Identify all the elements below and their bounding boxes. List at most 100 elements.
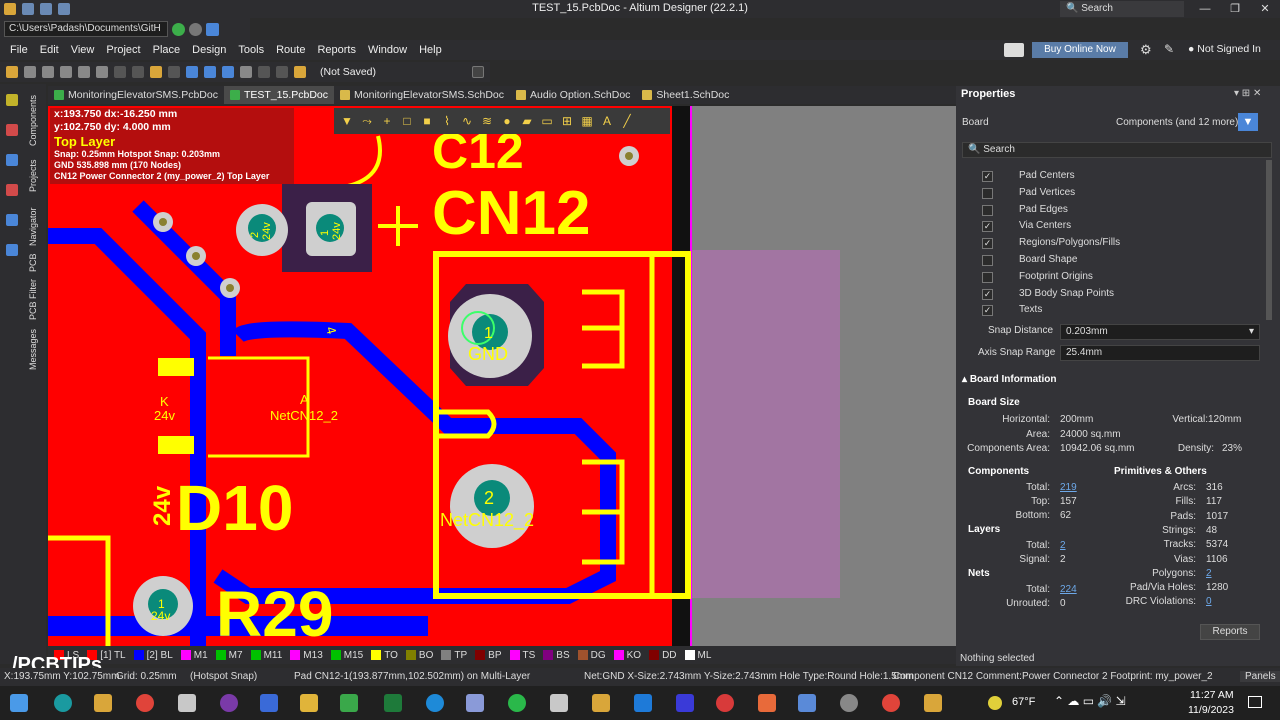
paste-icon[interactable] <box>150 66 162 78</box>
panel-tab-components[interactable]: Components <box>28 90 44 150</box>
panel-tab-pcb[interactable]: PCB <box>28 252 44 274</box>
layer-tab[interactable]: TS <box>509 650 535 661</box>
files-icon[interactable] <box>178 694 196 712</box>
cut-icon[interactable] <box>114 66 126 78</box>
layers-total-link[interactable]: 2 <box>1060 540 1066 551</box>
panels-button[interactable]: Panels <box>1240 671 1280 682</box>
polygon-icon[interactable]: ▰ <box>520 114 534 128</box>
select-area-icon[interactable] <box>186 66 198 78</box>
close-icon[interactable]: ✕ <box>1250 0 1280 18</box>
panel-tab-navigator[interactable]: Navigator <box>28 202 44 252</box>
place-icon[interactable]: + <box>380 114 394 128</box>
move-icon[interactable] <box>204 66 216 78</box>
panel-tool-icon[interactable] <box>6 184 18 196</box>
text-icon[interactable]: A <box>600 114 614 128</box>
interactive-route-icon[interactable]: ⌇ <box>440 114 454 128</box>
layer-tab[interactable]: KO <box>613 650 641 661</box>
page-icon[interactable] <box>206 22 219 36</box>
toolbar-dropdown-icon[interactable] <box>472 66 485 78</box>
select-icon[interactable]: □ <box>400 114 414 128</box>
wrench-icon[interactable]: ✎ <box>1164 42 1174 56</box>
tab-test15-pcb[interactable]: TEST_15.PcbDoc <box>223 86 335 104</box>
snap-checkbox[interactable]: ✓ <box>982 305 993 317</box>
tab-monitoring-sch[interactable]: MonitoringElevatorSMS.SchDoc <box>334 86 510 104</box>
primitive-link[interactable]: 0 <box>1206 596 1212 607</box>
minimize-icon[interactable]: — <box>1190 0 1220 18</box>
tab-sheet1-sch[interactable]: Sheet1.SchDoc <box>636 86 735 104</box>
layer-tab[interactable]: M13 <box>290 650 323 661</box>
snap-checkbox[interactable] <box>982 187 993 199</box>
layer-tab[interactable]: BP <box>475 650 502 661</box>
primitive-link[interactable]: 2 <box>1206 568 1212 579</box>
save-icon[interactable] <box>24 66 36 78</box>
menu-view[interactable]: View <box>65 44 101 56</box>
buy-online-button[interactable]: Buy Online Now <box>1032 42 1128 58</box>
windows-start-icon[interactable] <box>10 694 28 712</box>
altium-icon[interactable] <box>94 694 112 712</box>
record-icon[interactable] <box>716 694 734 712</box>
app-icon[interactable] <box>924 694 942 712</box>
scrollbar[interactable] <box>1266 160 1272 320</box>
print-icon[interactable] <box>42 66 54 78</box>
copy-icon[interactable] <box>132 66 144 78</box>
route-icon[interactable]: ⤳ <box>360 114 374 128</box>
snap-checkbox[interactable]: ✓ <box>982 288 993 300</box>
chat-icon[interactable] <box>1004 43 1024 57</box>
via-icon[interactable]: ● <box>500 114 514 128</box>
redo-icon[interactable] <box>276 66 288 78</box>
diff-pair-icon[interactable]: ∿ <box>460 114 474 128</box>
notepad-icon[interactable] <box>340 694 358 712</box>
properties-search[interactable]: 🔍 Search <box>962 142 1272 158</box>
menu-help[interactable]: Help <box>413 44 448 56</box>
pcb-drawing[interactable]: C12 CN12 D10 R29 K 24v A NetCN12_2 24v 1… <box>48 106 692 646</box>
tab-audio-option-sch[interactable]: Audio Option.SchDoc <box>510 86 636 104</box>
fill-icon[interactable]: ■ <box>420 114 434 128</box>
clock-time[interactable]: 11:27 AM <box>1190 689 1234 701</box>
panel-tab-projects[interactable]: Projects <box>28 154 44 198</box>
vscode-icon[interactable] <box>634 694 652 712</box>
tab-monitoring-pcb[interactable]: MonitoringElevatorSMS.PcbDoc <box>48 86 224 104</box>
forward-icon[interactable] <box>172 22 185 36</box>
highlight-icon[interactable] <box>294 66 306 78</box>
app-icon[interactable] <box>592 694 610 712</box>
axis-snap-input[interactable]: 25.4mm <box>1060 345 1260 361</box>
snap-checkbox[interactable]: ✓ <box>982 171 993 182</box>
menu-route[interactable]: Route <box>270 44 311 56</box>
filter-icon[interactable]: ▼ <box>340 114 354 128</box>
menu-edit[interactable]: Edit <box>34 44 65 56</box>
panel-tool-icon[interactable] <box>6 94 18 106</box>
nets-total-link[interactable]: 224 <box>1060 584 1077 595</box>
layer-tab[interactable]: DD <box>649 650 677 661</box>
menu-project[interactable]: Project <box>100 44 146 56</box>
layer-tab[interactable]: ML <box>684 650 711 661</box>
filter-icon[interactable] <box>240 66 252 78</box>
paint-icon[interactable] <box>550 694 568 712</box>
gear-icon[interactable]: ⚙ <box>1140 42 1152 58</box>
explorer-icon[interactable] <box>300 694 318 712</box>
layer-tab[interactable]: BO <box>405 650 433 661</box>
arduino-icon[interactable] <box>54 694 72 712</box>
edge-icon[interactable] <box>426 694 444 712</box>
app-icon[interactable] <box>758 694 776 712</box>
filter-icon[interactable]: ▼ <box>1238 113 1258 131</box>
global-search[interactable]: 🔍 Search <box>1060 1 1184 17</box>
panel-tool-icon[interactable] <box>6 154 18 166</box>
back-icon[interactable] <box>189 22 202 36</box>
menu-window[interactable]: Window <box>362 44 413 56</box>
chrome-icon[interactable] <box>136 694 154 712</box>
layer-tab[interactable]: M1 <box>180 650 208 661</box>
snap-checkbox[interactable] <box>982 204 993 216</box>
path-field[interactable]: C:\Users\Padash\Documents\GitH <box>4 21 168 37</box>
sign-in-status[interactable]: ● Not Signed In <box>1188 43 1261 55</box>
maximize-icon[interactable]: ❐ <box>1220 0 1250 18</box>
app-prg-icon[interactable] <box>260 694 278 712</box>
notification-icon[interactable] <box>1248 696 1262 708</box>
comp-total-link[interactable]: 219 <box>1060 482 1077 493</box>
deselect-icon[interactable] <box>222 66 234 78</box>
panel-tool-icon[interactable] <box>6 214 18 226</box>
layer-tab[interactable]: M7 <box>215 650 243 661</box>
app-icon[interactable] <box>676 694 694 712</box>
pcb-canvas[interactable]: C12 CN12 D10 R29 K 24v A NetCN12_2 24v 1… <box>48 106 692 646</box>
line-icon[interactable]: ╱ <box>620 114 634 128</box>
snap-checkbox[interactable] <box>982 255 993 266</box>
